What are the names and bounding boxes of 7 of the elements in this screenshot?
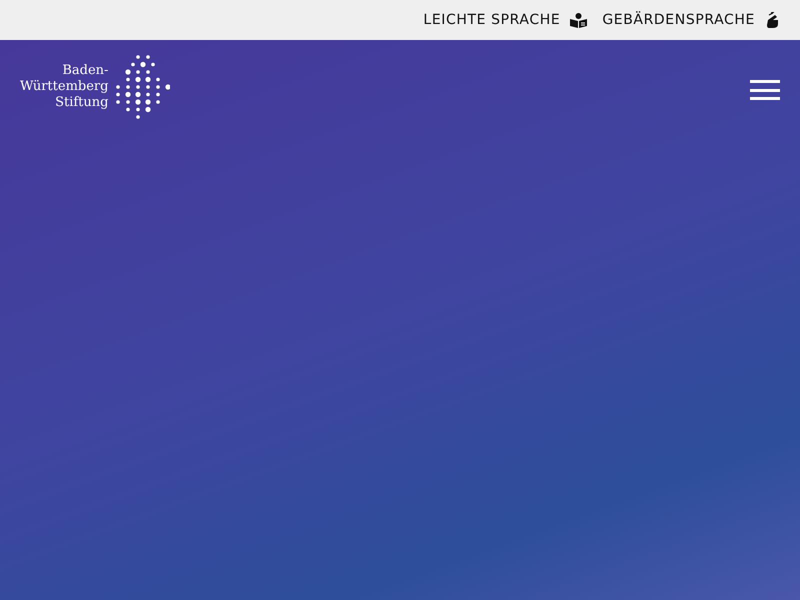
language-link[interactable]: LEICHTE SPRACHE (423, 12, 588, 28)
language-link[interactable]: GEBÄRDENSPRACHE (602, 12, 780, 28)
book-icon (570, 12, 588, 28)
logo-text: Baden- Württemberg Stiftung (20, 63, 108, 111)
dot-map-logo (116, 54, 170, 120)
menu-button[interactable] (750, 80, 780, 100)
hand-icon (765, 12, 780, 28)
